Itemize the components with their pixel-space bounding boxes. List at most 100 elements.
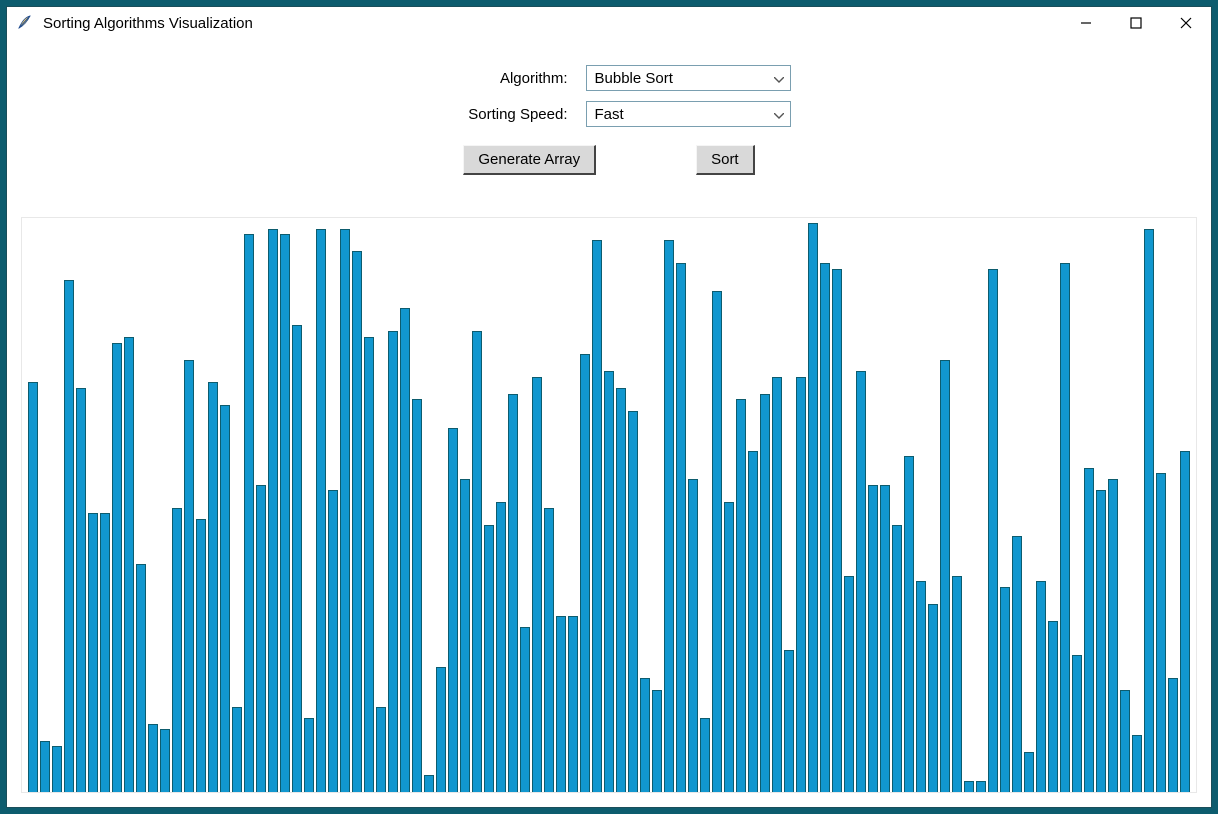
bar <box>616 388 626 792</box>
bar <box>1084 468 1094 792</box>
bar <box>604 371 614 792</box>
bar <box>568 616 578 792</box>
controls-panel: Algorithm: Bubble Sort Sorting Speed: Fa… <box>7 39 1211 185</box>
bar <box>1072 655 1082 792</box>
bar <box>1060 263 1070 792</box>
bar <box>376 707 386 792</box>
bar <box>544 508 554 793</box>
bar <box>964 781 974 792</box>
bar <box>976 781 986 792</box>
bar <box>424 775 434 792</box>
bar <box>172 508 182 793</box>
bar <box>304 718 314 792</box>
minimize-button[interactable] <box>1061 7 1111 39</box>
bar <box>196 519 206 792</box>
bars-container <box>28 223 1190 792</box>
bar <box>388 331 398 792</box>
bar <box>64 280 74 792</box>
bar <box>760 394 770 792</box>
bar <box>880 485 890 792</box>
bar <box>856 371 866 792</box>
bar <box>772 377 782 792</box>
window-controls <box>1061 7 1211 39</box>
algorithm-label: Algorithm: <box>428 70 568 87</box>
bar <box>1024 752 1034 792</box>
bar <box>1108 479 1118 792</box>
bar <box>844 576 854 792</box>
bar <box>76 388 86 792</box>
maximize-button[interactable] <box>1111 7 1161 39</box>
bar <box>868 485 878 792</box>
bar <box>712 291 722 792</box>
bar <box>148 724 158 792</box>
bar <box>532 377 542 792</box>
algorithm-value: Bubble Sort <box>595 70 673 87</box>
bar <box>1132 735 1142 792</box>
chevron-down-icon <box>774 70 784 87</box>
bar <box>1120 690 1130 792</box>
bar <box>688 479 698 792</box>
bar <box>640 678 650 792</box>
bar <box>508 394 518 792</box>
bar <box>820 263 830 792</box>
generate-array-button[interactable]: Generate Array <box>463 145 596 175</box>
speed-value: Fast <box>595 106 624 123</box>
bar <box>316 229 326 792</box>
bar <box>472 331 482 792</box>
bar <box>520 627 530 792</box>
bar <box>1144 229 1154 792</box>
bar <box>748 451 758 792</box>
bar <box>916 581 926 792</box>
bar <box>1048 621 1058 792</box>
bar <box>496 502 506 792</box>
bar <box>652 690 662 792</box>
bar <box>904 456 914 792</box>
bar <box>1036 581 1046 792</box>
bar <box>112 343 122 793</box>
bar <box>736 399 746 792</box>
bar <box>28 382 38 792</box>
titlebar: Sorting Algorithms Visualization <box>7 7 1211 39</box>
bar <box>220 405 230 792</box>
bar <box>700 718 710 792</box>
bar <box>1096 490 1106 792</box>
window-title: Sorting Algorithms Visualization <box>43 15 1061 32</box>
bar <box>784 650 794 792</box>
speed-select[interactable]: Fast <box>586 101 791 127</box>
bar <box>1156 473 1166 792</box>
chevron-down-icon <box>774 106 784 123</box>
bar <box>556 616 566 792</box>
bar <box>208 382 218 792</box>
bar <box>1000 587 1010 792</box>
bar <box>988 269 998 792</box>
bar <box>184 360 194 792</box>
bar <box>412 399 422 792</box>
close-button[interactable] <box>1161 7 1211 39</box>
bar <box>724 502 734 792</box>
bar <box>268 229 278 792</box>
bar <box>628 411 638 792</box>
bar <box>460 479 470 792</box>
bar <box>1168 678 1178 792</box>
bar <box>664 240 674 792</box>
bar <box>280 234 290 792</box>
bar <box>1180 451 1190 792</box>
bar <box>592 240 602 792</box>
bar <box>940 360 950 792</box>
bar <box>808 223 818 792</box>
bar <box>136 564 146 792</box>
bar <box>364 337 374 792</box>
bar <box>160 729 170 792</box>
bar <box>256 485 266 792</box>
speed-row: Sorting Speed: Fast <box>428 101 791 127</box>
feather-icon <box>15 14 33 32</box>
application-window: Sorting Algorithms Visualization Algorit… <box>6 6 1212 808</box>
bar <box>232 707 242 792</box>
bar <box>244 234 254 792</box>
bar <box>40 741 50 792</box>
speed-label: Sorting Speed: <box>428 106 568 123</box>
bar <box>88 513 98 792</box>
sort-button[interactable]: Sort <box>696 145 755 175</box>
bar <box>892 525 902 792</box>
algorithm-select[interactable]: Bubble Sort <box>586 65 791 91</box>
